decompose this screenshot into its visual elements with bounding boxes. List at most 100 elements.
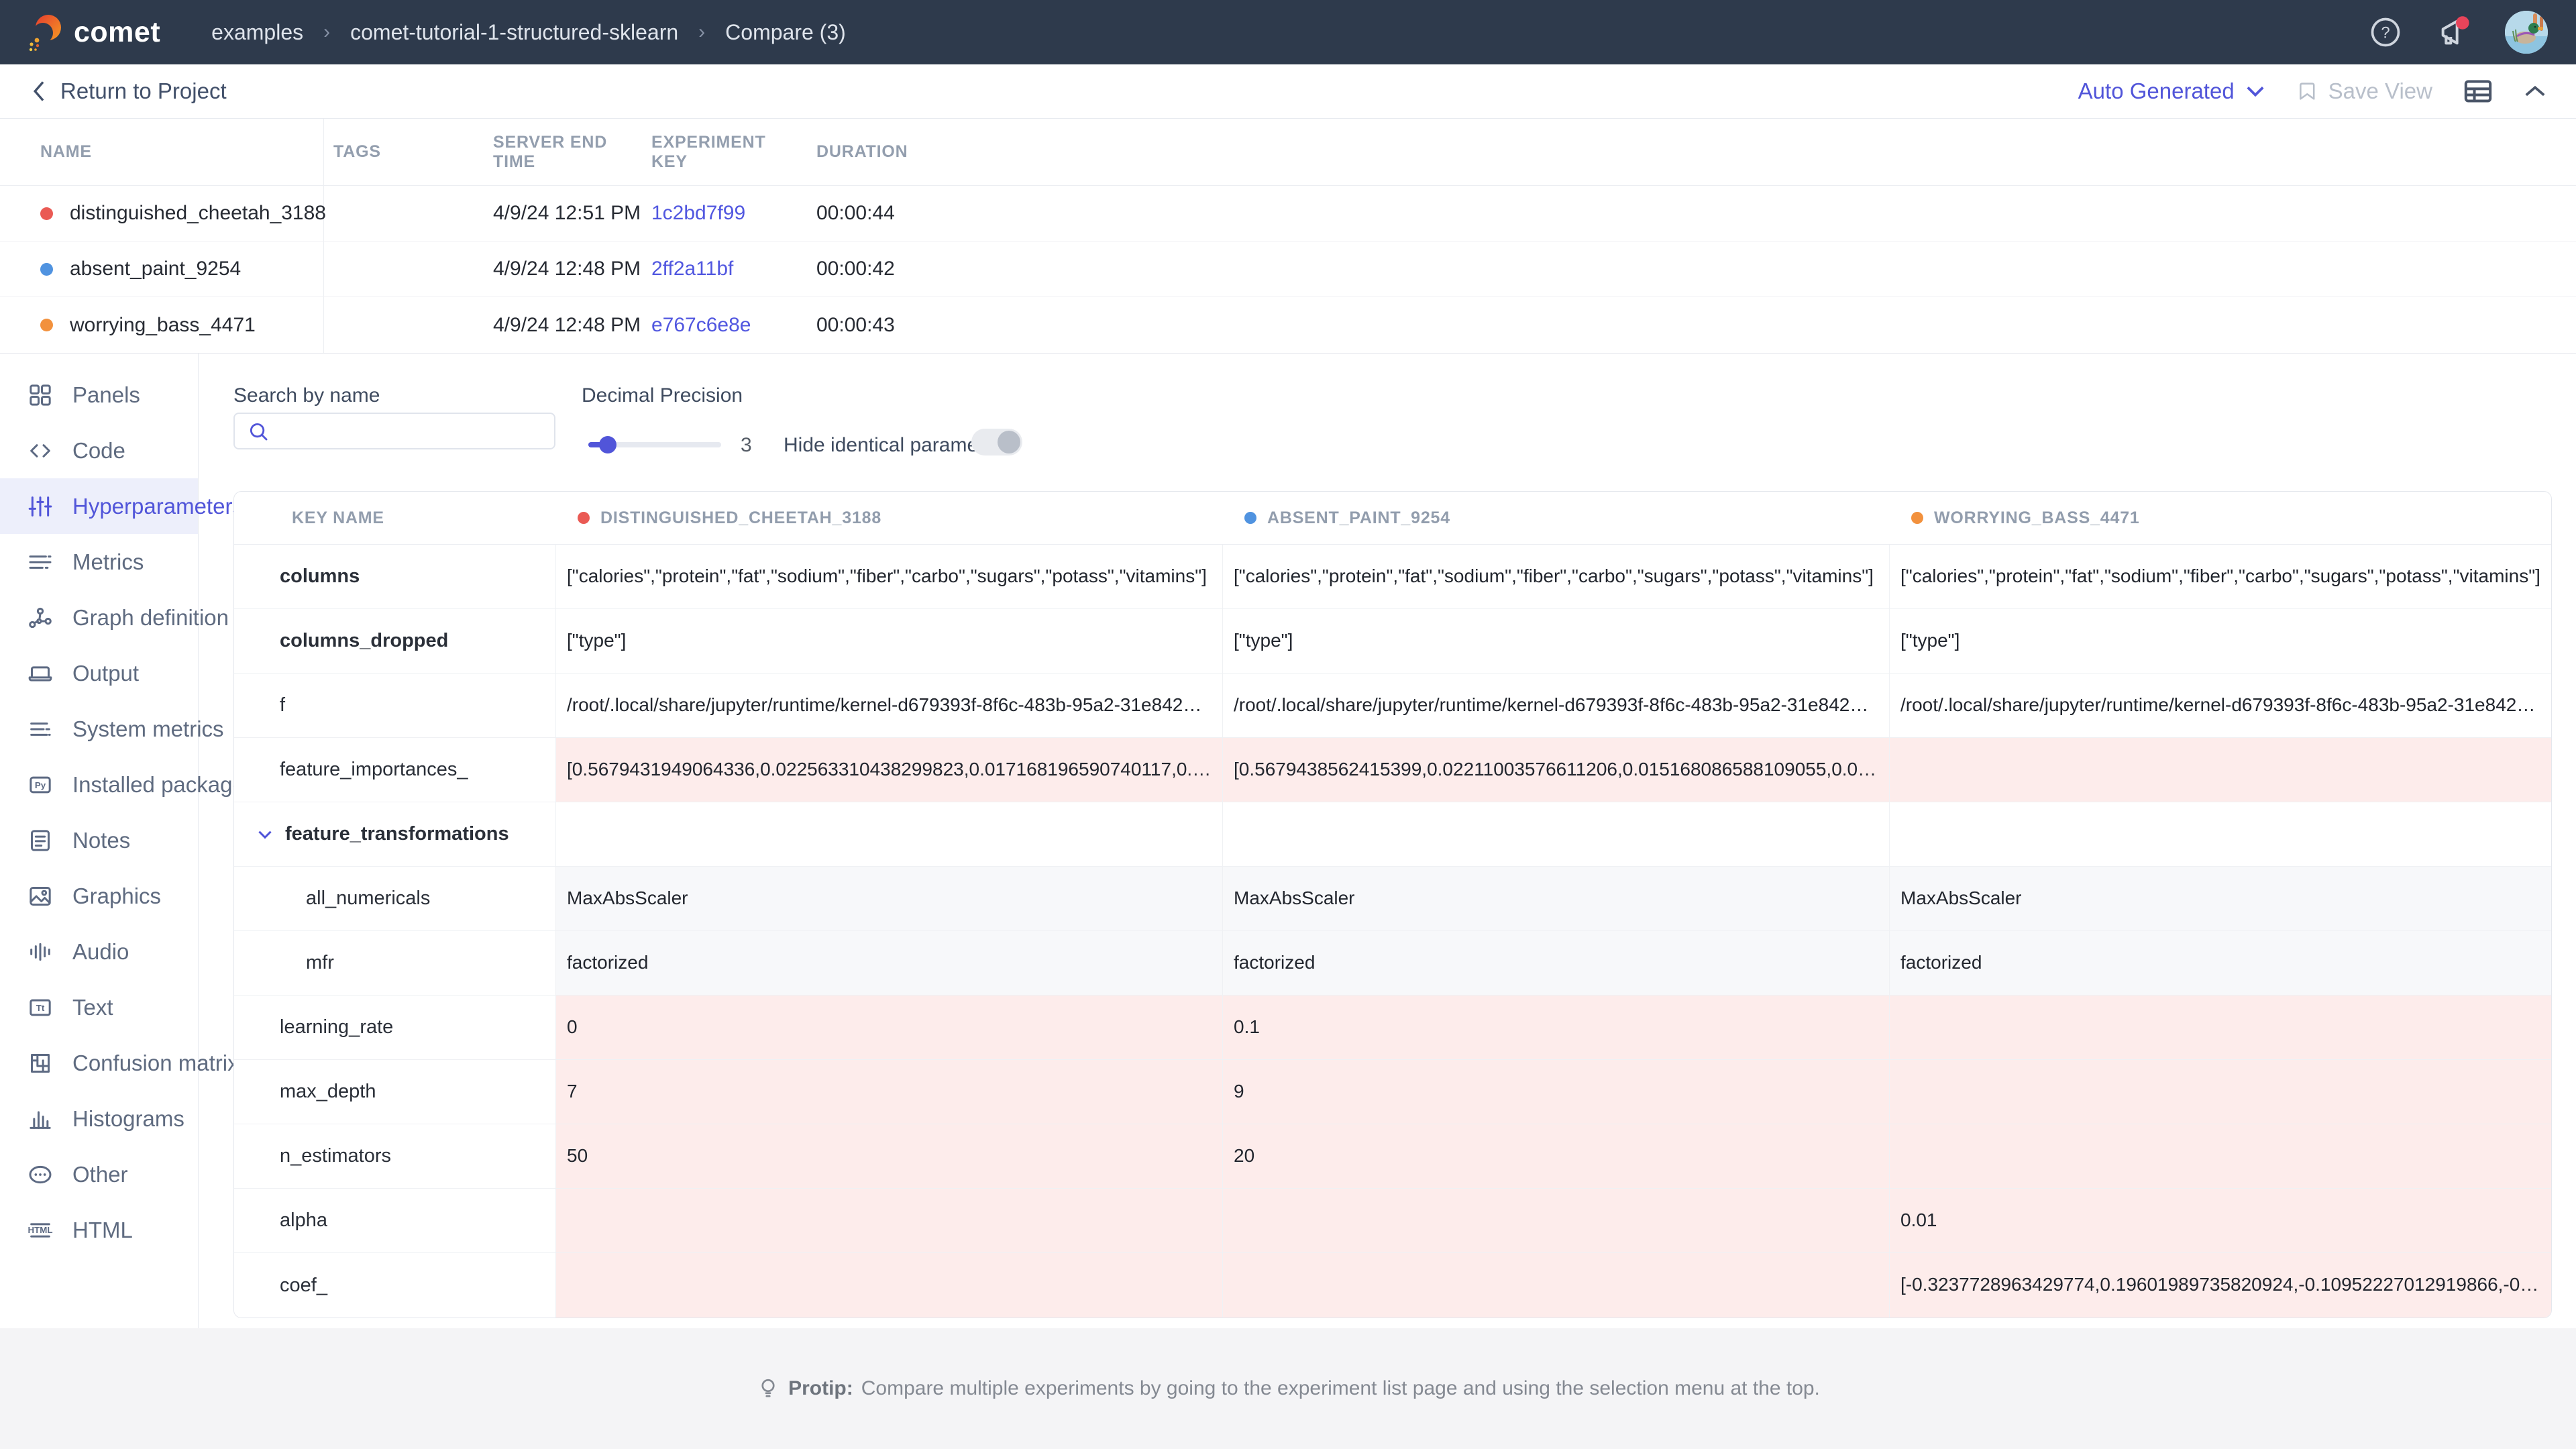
experiment-end-time: 4/9/24 12:48 PM — [484, 314, 642, 337]
param-value: ["calories","protein","fat","sodium","fi… — [1890, 545, 2552, 608]
param-value — [556, 1189, 1223, 1252]
param-value — [1223, 802, 1890, 866]
sidebar-item-code[interactable]: Code — [0, 423, 198, 478]
search-icon — [247, 420, 270, 443]
breadcrumb-workspace[interactable]: examples — [211, 20, 303, 45]
protip-label: Protip: — [788, 1377, 853, 1400]
param-value — [1223, 1189, 1890, 1252]
sidebar-item-panels[interactable]: Panels — [0, 367, 198, 423]
breadcrumb-separator: › — [323, 21, 330, 44]
param-key: feature_importances_ — [234, 738, 556, 802]
param-key-expandable[interactable]: feature_transformations — [234, 802, 556, 866]
param-key: columns_dropped — [234, 609, 556, 673]
experiment-color-dot — [1244, 512, 1256, 524]
param-value: [-0.3237728963429774,0.19601989735820924… — [1890, 1253, 2552, 1318]
announcements-icon[interactable] — [2435, 13, 2473, 51]
sidebar-item-installed-packages[interactable]: Py Installed packages — [0, 757, 198, 812]
save-view-button[interactable]: Save View — [2296, 78, 2432, 104]
sidebar-item-label: Graphics — [72, 883, 161, 909]
sidebar-item-label: Text — [72, 995, 113, 1020]
return-to-project-button[interactable]: Return to Project — [31, 78, 227, 104]
text-icon: Tt — [27, 994, 54, 1021]
param-value — [1890, 738, 2552, 802]
comet-flame-icon — [23, 11, 66, 54]
breadcrumb-compare[interactable]: Compare (3) — [725, 20, 846, 45]
param-value: /root/.local/share/jupyter/runtime/kerne… — [1890, 674, 2552, 737]
param-value: MaxAbsScaler — [1890, 867, 2552, 930]
sidebar-item-other[interactable]: Other — [0, 1146, 198, 1202]
chevron-down-icon — [2245, 85, 2265, 98]
confusion-matrix-icon — [27, 1050, 54, 1077]
sidebar-item-html[interactable]: HTML HTML — [0, 1202, 198, 1258]
experiment-key-link[interactable]: 2ff2a11bf — [651, 258, 733, 280]
sidebar-item-label: Audio — [72, 939, 129, 965]
user-avatar[interactable] — [2505, 11, 2548, 54]
sidebar-item-audio[interactable]: Audio — [0, 924, 198, 979]
sidebar-item-graph-definition[interactable]: Graph definition — [0, 590, 198, 645]
view-selector-label: Auto Generated — [2078, 78, 2235, 104]
collapse-panel-button[interactable] — [2524, 83, 2546, 99]
param-row-alpha: alpha 0.01 — [234, 1189, 2551, 1253]
experiment-duration: 00:00:42 — [807, 258, 2576, 280]
view-selector-dropdown[interactable]: Auto Generated — [2078, 78, 2265, 104]
installed-packages-icon: Py — [27, 771, 54, 798]
param-value — [1890, 1124, 2552, 1188]
breadcrumb-separator: › — [698, 21, 705, 44]
hide-identical-toggle[interactable] — [971, 429, 1022, 455]
sidebar-item-histograms[interactable]: Histograms — [0, 1091, 198, 1146]
breadcrumb-project[interactable]: comet-tutorial-1-structured-sklearn — [350, 20, 678, 45]
sidebar-item-label: Code — [72, 438, 125, 464]
decimal-precision-value: 3 — [741, 434, 752, 457]
protip-text: Compare multiple experiments by going to… — [861, 1377, 1820, 1400]
experiment-row[interactable]: worrying_bass_4471 4/9/24 12:48 PM e767c… — [0, 297, 2576, 353]
sidebar-item-label: HTML — [72, 1218, 133, 1243]
sidebar-item-graphics[interactable]: Graphics — [0, 868, 198, 924]
param-row-columns: columns ["calories","protein","fat","sod… — [234, 545, 2551, 609]
histograms-icon — [27, 1106, 54, 1132]
param-row-columns-dropped: columns_dropped ["type"] ["type"] ["type… — [234, 609, 2551, 674]
sidebar-item-label: Notes — [72, 828, 130, 853]
system-metrics-icon — [27, 716, 54, 743]
breadcrumb: examples › comet-tutorial-1-structured-s… — [211, 20, 846, 45]
experiment-row[interactable]: absent_paint_9254 4/9/24 12:48 PM 2ff2a1… — [0, 241, 2576, 297]
notification-dot — [2456, 16, 2469, 30]
table-layout-button[interactable] — [2463, 78, 2493, 105]
experiment-end-time: 4/9/24 12:48 PM — [484, 258, 642, 280]
experiment-row[interactable]: distinguished_cheetah_3188 4/9/24 12:51 … — [0, 186, 2576, 241]
svg-text:Py: Py — [35, 780, 46, 790]
comet-logo[interactable]: comet — [23, 11, 160, 54]
compare-table-header: KEY NAME DISTINGUISHED_CHEETAH_3188 ABSE… — [234, 492, 2551, 545]
param-value — [556, 1253, 1223, 1318]
sidebar-item-system-metrics[interactable]: System metrics — [0, 701, 198, 757]
slider-knob[interactable] — [599, 436, 616, 453]
param-value — [1890, 1060, 2552, 1124]
help-icon[interactable]: ? — [2368, 15, 2403, 50]
search-label: Search by name — [233, 384, 380, 407]
search-input[interactable] — [233, 413, 555, 449]
param-key: coef_ — [234, 1253, 556, 1318]
hyperparameters-icon — [27, 493, 54, 520]
experiment-key-link[interactable]: 1c2bd7f99 — [651, 202, 745, 224]
sidebar-item-metrics[interactable]: Metrics — [0, 534, 198, 590]
param-value: 50 — [556, 1124, 1223, 1188]
experiment-key-link[interactable]: e767c6e8e — [651, 314, 751, 336]
param-value — [556, 802, 1223, 866]
param-value: 0 — [556, 996, 1223, 1059]
col-header-experiment-key: EXPERIMENT KEY — [642, 133, 807, 172]
param-value: ["type"] — [1223, 609, 1890, 673]
chevron-up-icon — [2524, 83, 2546, 99]
sidebar-item-text[interactable]: Tt Text — [0, 979, 198, 1035]
decimal-precision-slider[interactable] — [588, 442, 721, 447]
sidebar-item-output[interactable]: Output — [0, 645, 198, 701]
experiment-color-dot — [578, 512, 590, 524]
sidebar-item-hyperparameters[interactable]: Hyperparameters — [0, 478, 198, 534]
experiment-color-dot — [1911, 512, 1923, 524]
svg-text:HTML: HTML — [28, 1225, 52, 1235]
col-header-experiment-3: WORRYING_BASS_4471 — [1890, 508, 2552, 528]
sidebar-item-notes[interactable]: Notes — [0, 812, 198, 868]
col-header-duration: DURATION — [807, 142, 2576, 162]
sidebar-item-label: Other — [72, 1162, 128, 1187]
param-value: factorized — [1223, 931, 1890, 995]
graph-definition-icon — [27, 604, 54, 631]
sidebar-item-confusion-matrix[interactable]: Confusion matrix — [0, 1035, 198, 1091]
